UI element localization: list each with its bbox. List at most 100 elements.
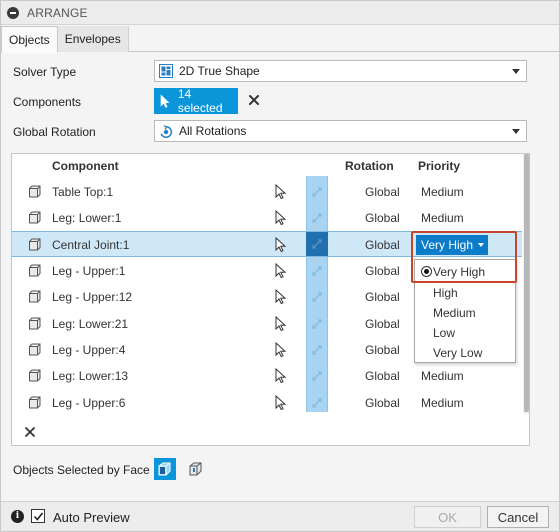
rotation-value: Global [365, 264, 400, 278]
priority-value[interactable]: Medium [421, 185, 464, 199]
component-name: Leg - Upper:12 [52, 290, 133, 304]
component-name: Table Top:1 [52, 185, 114, 199]
scrollbar-thumb[interactable] [524, 154, 529, 412]
priority-option-very-low[interactable]: Very Low [433, 346, 482, 360]
priority-option-medium[interactable]: Medium [433, 306, 476, 320]
remove-component-icon[interactable] [24, 426, 36, 438]
clear-selection-icon[interactable] [246, 92, 262, 108]
table-row[interactable]: Leg: Lower:13 Global Medium [12, 363, 522, 389]
auto-preview-checkbox[interactable] [31, 509, 45, 523]
rotation-value: Global [365, 343, 400, 357]
component-cube-icon [29, 290, 41, 303]
rotation-value: Global [365, 396, 400, 410]
select-cursor-icon[interactable] [274, 289, 288, 305]
component-name: Leg: Lower:21 [52, 317, 129, 331]
select-cursor-icon[interactable] [274, 316, 288, 332]
rotate-toggle-icon[interactable] [310, 317, 324, 331]
select-cursor-icon[interactable] [274, 342, 288, 358]
info-icon[interactable]: i [11, 510, 24, 523]
solver-type-value: 2D True Shape [179, 64, 260, 78]
component-name: Leg - Upper:1 [52, 264, 126, 278]
components-selected-text: 14 selected [177, 87, 223, 115]
auto-preview-label: Auto Preview [53, 510, 130, 525]
solver-type-label: Solver Type [13, 65, 77, 79]
priority-value[interactable]: Medium [421, 369, 464, 383]
rotation-value: Global [365, 317, 400, 331]
collapse-icon[interactable] [7, 6, 19, 19]
component-cube-icon [29, 369, 41, 382]
select-cursor-icon[interactable] [274, 263, 288, 279]
face-select-icon [158, 462, 171, 476]
component-cube-icon [29, 211, 41, 224]
component-cube-icon [29, 396, 41, 409]
rotate-toggle-icon[interactable] [310, 211, 324, 225]
rotation-value: Global [365, 185, 400, 199]
checkmark-icon [33, 512, 44, 521]
table-header: Component Rotation Priority [12, 154, 529, 178]
rotate-toggle-icon[interactable] [310, 290, 324, 304]
ok-button[interactable]: OK [414, 506, 481, 528]
global-rotation-dropdown[interactable]: All Rotations [154, 120, 527, 142]
col-priority[interactable]: Priority [418, 159, 460, 173]
component-cube-icon [29, 343, 41, 356]
select-cursor-icon[interactable] [274, 184, 288, 200]
objects-by-face-label: Objects Selected by Face [13, 463, 150, 477]
panel-title: ARRANGE [27, 5, 88, 20]
cancel-button[interactable]: Cancel [487, 506, 549, 528]
table-scrollbar[interactable] [523, 154, 529, 414]
component-cube-icon [29, 317, 41, 330]
rotation-value: Global [365, 238, 400, 252]
priority-option-low[interactable]: Low [433, 326, 455, 340]
tab-objects[interactable]: Objects [1, 26, 58, 53]
priority-value[interactable]: Medium [421, 211, 464, 225]
table-row[interactable]: Leg: Lower:1 Global Medium [12, 205, 522, 231]
rotate-toggle-icon[interactable] [310, 369, 324, 383]
rotate-toggle-icon[interactable] [310, 185, 324, 199]
tab-bar: Objects Envelopes [1, 26, 559, 53]
priority-value[interactable]: Medium [421, 396, 464, 410]
table-row[interactable]: Table Top:1 Global Medium [12, 179, 522, 205]
face-select-on-button[interactable] [154, 458, 176, 480]
rotate-toggle-icon [312, 239, 322, 249]
chevron-down-icon [512, 129, 520, 134]
priority-option-high[interactable]: High [433, 286, 458, 300]
select-cursor-icon[interactable] [274, 210, 288, 226]
priority-menu: Very High High Medium Low Very Low [414, 259, 516, 363]
rotate-toggle-icon[interactable] [310, 264, 324, 278]
component-name: Leg: Lower:13 [52, 369, 129, 383]
true-shape-icon [159, 64, 173, 78]
rotate-toggle-icon[interactable] [310, 396, 324, 410]
component-name: Leg: Lower:1 [52, 211, 122, 225]
select-cursor-icon[interactable] [274, 368, 288, 384]
components-selected-button[interactable]: 14 selected [154, 87, 238, 115]
components-label: Components [13, 95, 82, 109]
rotation-icon [159, 124, 173, 138]
arrange-panel: ARRANGE Objects Envelopes Solver Type 2D… [0, 0, 560, 532]
radio-selected-icon [421, 266, 432, 277]
panel-footer: i Auto Preview OK Cancel [1, 501, 559, 531]
select-cursor-icon[interactable] [274, 395, 288, 411]
priority-option-very-high[interactable]: Very High [433, 265, 485, 279]
component-cube-icon [29, 264, 41, 277]
select-cursor-icon[interactable] [274, 237, 288, 253]
table-row[interactable]: Leg - Upper:6 Global Medium [12, 390, 522, 416]
priority-dropdown[interactable]: Very High [416, 235, 488, 255]
component-name: Leg - Upper:4 [52, 343, 126, 357]
component-cube-icon [29, 185, 41, 198]
global-rotation-label: Global Rotation [13, 125, 96, 139]
cursor-icon [160, 94, 170, 108]
body-select-icon [189, 462, 202, 476]
component-name: Central Joint:1 [52, 238, 130, 252]
tab-envelopes[interactable]: Envelopes [57, 26, 129, 52]
priority-dropdown-value: Very High [421, 238, 474, 252]
face-select-off-button[interactable] [185, 458, 207, 480]
col-component[interactable]: Component [52, 159, 119, 173]
chevron-down-icon [512, 69, 520, 74]
rotate-toggle-active[interactable] [306, 232, 328, 256]
rotation-value: Global [365, 211, 400, 225]
table-row-selected[interactable]: Central Joint:1 Global Very High [12, 231, 522, 257]
rotation-value: Global [365, 290, 400, 304]
solver-type-dropdown[interactable]: 2D True Shape [154, 60, 527, 82]
col-rotation[interactable]: Rotation [345, 159, 394, 173]
rotate-toggle-icon[interactable] [310, 343, 324, 357]
